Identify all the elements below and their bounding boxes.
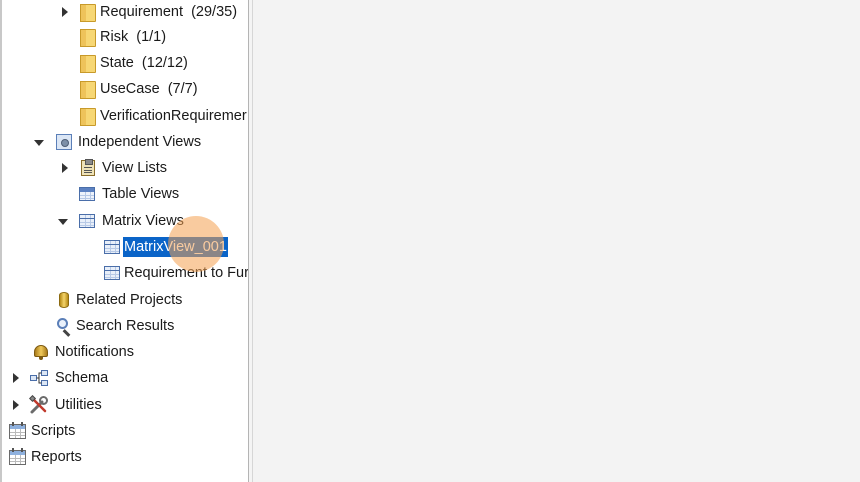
tree-item-count: (12/12): [141, 55, 188, 71]
tree-item-label: Search Results: [76, 318, 175, 334]
tree-item-state[interactable]: State (12/12): [2, 51, 250, 75]
bell-icon: [32, 343, 50, 361]
project-tree[interactable]: Requirement (29/35) Risk (1/1) State (12…: [0, 0, 250, 482]
tree-item-count: (29/35): [191, 4, 238, 20]
folder-icon: [78, 28, 96, 47]
tree-item-matrix-views[interactable]: Matrix Views: [2, 209, 250, 233]
tree-item-count: (7/7): [167, 81, 198, 97]
database-icon: [55, 291, 73, 309]
folder-icon: [78, 80, 96, 99]
tree-item-label: Scripts: [31, 423, 76, 439]
tree-item-label: Requirement: [100, 4, 184, 20]
tree-item-label: Matrix Views: [102, 213, 184, 229]
tree-item-label: Utilities: [55, 397, 102, 413]
tree-item-notifications[interactable]: Notifications: [2, 340, 250, 364]
tree-item-label: Reports: [31, 449, 82, 465]
matrix-view-icon: [103, 264, 121, 282]
tree-item-requirement-to-fur[interactable]: Requirement to Fur: [2, 261, 250, 285]
expand-arrow-icon[interactable]: [59, 156, 71, 180]
collapse-arrow-icon[interactable]: [33, 130, 45, 154]
tree-item-verificationrequirement[interactable]: VerificationRequiremer: [2, 104, 250, 128]
expand-arrow-icon[interactable]: [59, 0, 71, 24]
folder-icon: [78, 107, 96, 126]
schema-icon: [30, 369, 48, 387]
tree-item-label: VerificationRequiremer: [100, 108, 247, 124]
folder-icon: [78, 3, 96, 22]
tree-item-label: Notifications: [55, 344, 134, 360]
tree-item-scripts[interactable]: Scripts: [2, 419, 250, 443]
tree-item-label: Requirement to Fur: [124, 265, 249, 281]
tree-item-risk[interactable]: Risk (1/1): [2, 25, 250, 49]
content-pane: [253, 0, 860, 482]
tree-item-usecase[interactable]: UseCase (7/7): [2, 77, 250, 101]
matrix-icon: [78, 212, 96, 230]
tree-item-label: Schema: [55, 370, 109, 386]
tree-item-independent-views[interactable]: Independent Views: [2, 130, 250, 154]
tree-item-label: View Lists: [102, 160, 168, 176]
tree-item-label: UseCase: [100, 81, 160, 97]
search-icon: [55, 317, 73, 335]
tools-icon: [29, 395, 48, 414]
matrix-view-icon: [103, 238, 121, 256]
tree-item-matrixview-001[interactable]: MatrixView_001: [2, 235, 250, 259]
table-icon: [78, 185, 96, 203]
collapse-arrow-icon[interactable]: [57, 209, 69, 233]
expand-arrow-icon[interactable]: [10, 393, 22, 417]
tree-item-related-projects[interactable]: Related Projects: [2, 288, 250, 312]
tree-item-table-views[interactable]: Table Views: [2, 182, 250, 206]
tree-item-count: (1/1): [136, 29, 167, 45]
tree-item-label: Independent Views: [78, 134, 202, 150]
tree-item-label-selected: MatrixView_001: [123, 237, 228, 257]
tree-item-label: State: [100, 55, 134, 71]
tree-item-label: Table Views: [102, 186, 180, 202]
folder-icon: [78, 54, 96, 73]
tree-item-label: Related Projects: [76, 292, 183, 308]
calendar-icon: [9, 448, 27, 466]
tree-item-utilities[interactable]: Utilities: [2, 393, 250, 417]
tree-item-reports[interactable]: Reports: [2, 445, 250, 469]
tree-item-view-lists[interactable]: View Lists: [2, 156, 250, 180]
calendar-icon: [9, 422, 27, 440]
tree-item-schema[interactable]: Schema: [2, 366, 250, 390]
tree-item-requirement[interactable]: Requirement (29/35): [2, 0, 250, 24]
tree-item-label: Risk: [100, 29, 129, 45]
clipboard-icon: [79, 159, 97, 177]
tree-item-search-results[interactable]: Search Results: [2, 314, 250, 338]
views-icon: [55, 133, 73, 151]
expand-arrow-icon[interactable]: [10, 366, 22, 390]
